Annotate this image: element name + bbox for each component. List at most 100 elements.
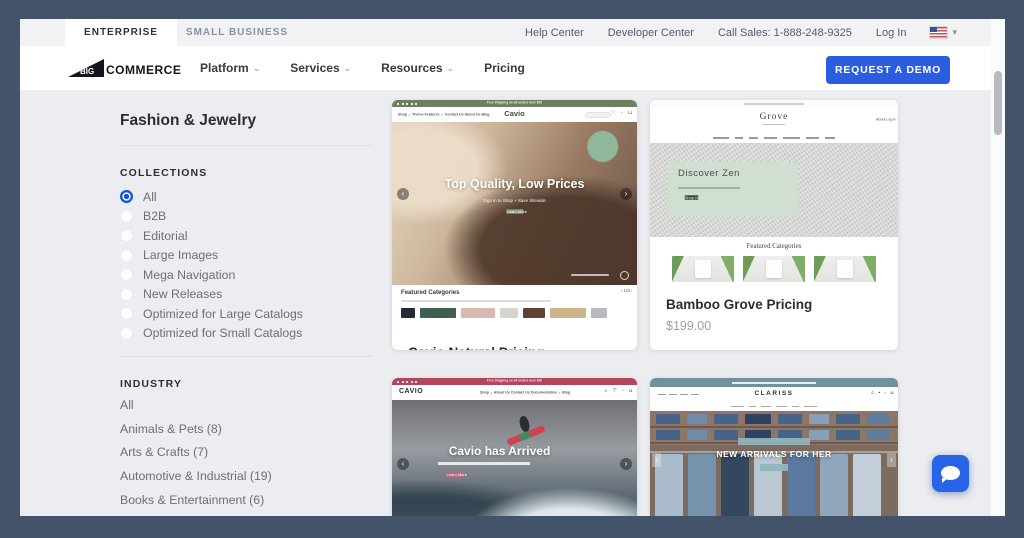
preview-logo: CLARISS	[650, 390, 898, 397]
announcement-text: Free Shipping on all orders over $50	[466, 101, 564, 105]
hero-title: Discover Zen	[678, 168, 740, 179]
collection-option-small-catalogs[interactable]: Optimized for Small Catalogs	[120, 324, 303, 344]
social-icons	[397, 381, 417, 383]
radio-icon	[120, 268, 133, 281]
hero-title: NEW ARRIVALS FOR HER	[650, 449, 898, 459]
option-label: New Releases	[143, 287, 222, 301]
preview-announcement-bar: Free Shipping on all orders over $50	[392, 100, 637, 107]
hero-cta-button: Learn More	[447, 473, 464, 478]
hero-cta-button: Shop Now	[685, 195, 699, 200]
collection-option-editorial[interactable]: Editorial	[120, 226, 303, 246]
theme-title: Bamboo Grove Pricing	[666, 296, 816, 314]
main-nav: BIG COMMERCE Platform ⌄ Services ⌄ Resou…	[20, 46, 1005, 90]
preview-nav: Shop ⌄ Theme Features ⌄ Contact Us About…	[392, 107, 637, 122]
chevron-down-icon: ▾	[952, 27, 957, 38]
preview-featured-section: Featured Categories ‹ 1/3 ›	[392, 285, 637, 333]
hero-panel: Discover Zen Shop Now	[668, 162, 798, 216]
theme-card-clariss[interactable]: CLARISS ⌕ ▪ ◦ ⊔ NEW ARRIVALS FOR HER ‹ ›	[650, 378, 898, 516]
carousel-next-icon: ›	[887, 453, 896, 467]
option-label: Optimized for Small Catalogs	[143, 326, 302, 340]
social-icons	[397, 103, 417, 105]
collection-option-b2b[interactable]: B2B	[120, 207, 303, 227]
nav-item-services[interactable]: Services ⌄	[290, 61, 351, 75]
hero-title: Cavio has Arrived	[392, 444, 637, 458]
collection-option-new-releases[interactable]: New Releases	[120, 285, 303, 305]
call-sales-link[interactable]: Call Sales: 1-888-248-9325	[718, 27, 852, 39]
radio-selected-icon	[120, 190, 133, 203]
hero-cta-button: Learn More	[506, 209, 523, 214]
industry-item-animals-pets[interactable]: Animals & Pets (8)	[120, 417, 272, 441]
radio-icon	[120, 288, 133, 301]
scrollbar-track	[991, 19, 1005, 516]
theme-card-cavio[interactable]: Free Shipping on all orders over $50 CAV…	[392, 378, 637, 516]
tab-enterprise[interactable]: ENTERPRISE	[65, 19, 177, 46]
card-label: Cavio Natural Pricing $330.00	[392, 333, 637, 350]
login-link[interactable]: Log In	[876, 27, 907, 39]
industry-item-arts-crafts[interactable]: Arts & Crafts (7)	[120, 441, 272, 465]
chat-widget-button[interactable]	[932, 455, 969, 492]
carousel-prev-icon: ‹	[652, 453, 661, 467]
chevron-down-icon: ⌄	[344, 63, 352, 74]
radio-icon	[120, 249, 133, 262]
utility-links: Help Center Developer Center Call Sales:…	[525, 19, 957, 46]
collection-option-all[interactable]: All	[120, 187, 303, 207]
chat-bubble-icon	[941, 466, 960, 480]
industry-item-automotive[interactable]: Automotive & Industrial (19)	[120, 464, 272, 488]
request-demo-button[interactable]: REQUEST A DEMO	[826, 56, 950, 84]
industry-item-books[interactable]: Books & Entertainment (6)	[120, 488, 272, 512]
preview-hero: Discover Zen Shop Now	[650, 143, 898, 237]
preview-header: CLARISS ⌕ ▪ ◦ ⊔	[650, 387, 898, 402]
announcement-text: Free Shipping on all orders over $50	[466, 379, 564, 383]
nav-item-platform[interactable]: Platform ⌄	[200, 61, 260, 75]
browser-page: ENTERPRISE SMALL BUSINESS Help Center De…	[20, 19, 1005, 516]
carousel-next-icon: ›	[620, 188, 632, 200]
preview-announcement-bar	[650, 378, 898, 387]
shelf-line	[650, 426, 898, 428]
theme-card-cavio-natural[interactable]: Free Shipping on all orders over $50 Sho…	[392, 100, 637, 350]
carousel-prev-icon: ‹	[397, 188, 409, 200]
preview-header: Grove About Log In	[650, 108, 898, 132]
locale-selector[interactable]: ▾	[930, 27, 957, 38]
help-center-link[interactable]: Help Center	[525, 27, 584, 39]
featured-heading: Featured Categories	[697, 242, 851, 249]
carousel-prev-icon: ‹	[397, 458, 409, 470]
collection-option-mega-navigation[interactable]: Mega Navigation	[120, 265, 303, 285]
carousel-pause-icon	[620, 271, 629, 280]
us-flag-icon	[930, 27, 947, 38]
tab-small-business[interactable]: SMALL BUSINESS	[177, 19, 297, 46]
preview-header-icons: ♡ ◦ ⊔	[611, 110, 634, 116]
industry-item-all[interactable]: All	[120, 393, 272, 417]
carousel-progress	[571, 274, 609, 276]
preview-header-icons: ⌕ ▪ ◦ ⊔	[871, 390, 895, 396]
preview-logo: Grove	[650, 112, 898, 122]
nav-label: Resources	[381, 61, 442, 75]
collection-option-large-catalogs[interactable]: Optimized for Large Catalogs	[120, 304, 303, 324]
developer-center-link[interactable]: Developer Center	[608, 27, 694, 39]
logo-commerce-text: COMMERCE	[106, 63, 181, 77]
option-label: Optimized for Large Catalogs	[143, 307, 303, 321]
nav-label: Services	[290, 61, 339, 75]
collection-option-large-images[interactable]: Large Images	[120, 246, 303, 266]
preview-header-icons: ⌕ ♡ ◦ ⊔	[605, 388, 634, 394]
preview-announcement-bar	[650, 100, 898, 108]
preview-featured-section: Featured Categories	[650, 237, 898, 285]
bigcommerce-logo[interactable]: BIG COMMERCE	[68, 58, 196, 78]
hero-cta-button	[760, 464, 788, 471]
option-label: Editorial	[143, 229, 187, 243]
divider	[120, 356, 372, 357]
divider	[120, 145, 372, 146]
collections-filter: All B2B Editorial Large Images Mega Navi…	[120, 187, 303, 343]
theme-card-bamboo-grove[interactable]: Grove About Log In Discover Zen Shop Now…	[650, 100, 898, 350]
featured-heading: Featured Categories	[401, 289, 460, 296]
scrollbar-thumb[interactable]	[994, 71, 1002, 135]
logo-subline	[763, 124, 785, 125]
preview-hero: Top Quality, Low Prices Sign in to Shop …	[392, 122, 637, 285]
utility-bar: ENTERPRISE SMALL BUSINESS Help Center De…	[20, 19, 1005, 46]
nav-item-resources[interactable]: Resources ⌄	[381, 61, 454, 75]
preview-nav: CAVIO Shop ⌄ About Us Contact Us Documen…	[392, 385, 637, 400]
preview-hero: Cavio has Arrived Learn More ‹ ›	[392, 400, 637, 516]
content-area: Fashion & Jewelry COLLECTIONS All B2B Ed…	[20, 90, 1005, 516]
logo-big-text: BIG	[80, 67, 94, 76]
search-input	[585, 112, 611, 118]
nav-item-pricing[interactable]: Pricing	[484, 61, 525, 75]
